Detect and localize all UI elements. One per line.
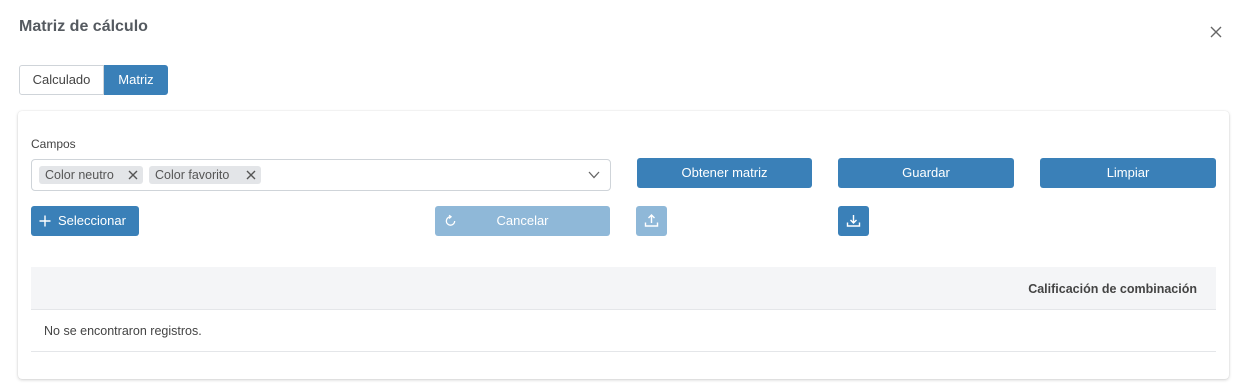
remove-chip-icon[interactable] — [127, 169, 139, 181]
guardar-button[interactable]: Guardar — [838, 158, 1014, 188]
field-chip-label: Color neutro — [45, 168, 114, 182]
seleccionar-button[interactable]: Seleccionar — [31, 206, 139, 236]
column-header-calificacion[interactable]: Calificación de combinación — [1028, 282, 1197, 296]
tab-calculado[interactable]: Calculado — [19, 65, 104, 95]
download-button[interactable] — [838, 206, 869, 236]
view-toggle: Calculado Matriz — [19, 65, 168, 95]
matrix-panel: Campos Color neutro Color favorito Obten… — [18, 111, 1229, 379]
field-chip-label: Color favorito — [155, 168, 230, 182]
campos-label: Campos — [31, 137, 76, 151]
plus-icon — [39, 215, 51, 227]
upload-icon — [644, 214, 659, 227]
limpiar-button[interactable]: Limpiar — [1040, 158, 1216, 188]
cancelar-label: Cancelar — [496, 213, 549, 228]
close-icon[interactable] — [1207, 23, 1225, 41]
empty-message: No se encontraron registros. — [44, 324, 202, 338]
download-icon — [846, 215, 861, 227]
refresh-icon — [445, 214, 456, 226]
obtener-matriz-button[interactable]: Obtener matriz — [637, 158, 812, 188]
cancelar-button[interactable]: Cancelar — [435, 206, 610, 236]
seleccionar-label: Seleccionar — [58, 213, 126, 228]
dialog-title: Matriz de cálculo — [19, 18, 148, 35]
field-chip: Color favorito — [149, 166, 261, 184]
tab-matriz[interactable]: Matriz — [104, 65, 168, 95]
field-chip: Color neutro — [39, 166, 143, 184]
table-empty-row: No se encontraron registros. — [31, 310, 1216, 352]
chevron-down-icon[interactable] — [588, 171, 600, 179]
remove-chip-icon[interactable] — [245, 169, 257, 181]
campos-multiselect[interactable]: Color neutro Color favorito — [31, 159, 611, 191]
matrix-table: Calificación de combinación No se encont… — [31, 267, 1216, 352]
upload-button[interactable] — [636, 206, 667, 236]
table-header: Calificación de combinación — [31, 267, 1216, 310]
